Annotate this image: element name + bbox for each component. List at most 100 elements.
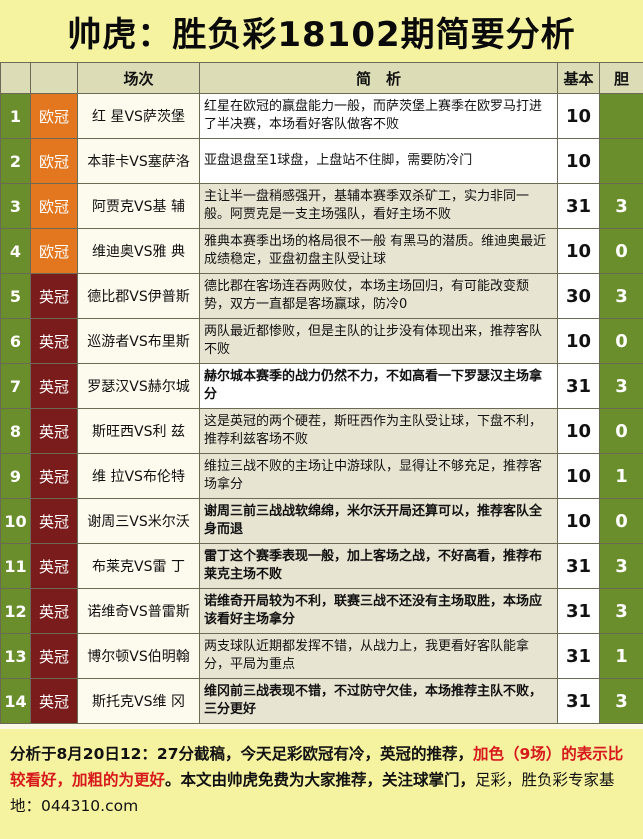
league-badge: 英冠 <box>30 633 78 679</box>
match-name: 红 星VS萨茨堡 <box>77 93 200 139</box>
analysis-text: 维拉三战不败的主场让中游球队，显得让不够充足，推荐客场拿分 <box>199 453 558 499</box>
match-name: 维 拉VS布伦特 <box>77 453 200 499</box>
row-number: 8 <box>0 408 31 454</box>
basic-pick: 31 <box>557 543 600 589</box>
analysis-text: 雅典本赛季出场的格局很不一般 有黑马的潜质。维迪奥最近成绩稳定，亚盘初盘主队受让… <box>199 228 558 274</box>
footer-note: 分析于8月20日12：27分截稿，今天足彩欧冠有冷，英冠的推荐，加色（9场）的表… <box>0 729 643 839</box>
row-number: 1 <box>0 93 31 139</box>
header-basic: 基本 <box>557 62 600 94</box>
league-badge: 英冠 <box>30 318 78 364</box>
analysis-text: 两队最近都惨败，但是主队的让步没有体现出来，推荐客队不败 <box>199 318 558 364</box>
basic-pick: 31 <box>557 678 600 724</box>
league-badge: 英冠 <box>30 453 78 499</box>
match-name: 罗瑟汉VS赫尔城 <box>77 363 200 409</box>
basic-pick: 10 <box>557 318 600 364</box>
row-number: 11 <box>0 543 31 589</box>
table-row: 9 英冠维 拉VS布伦特 维拉三战不败的主场让中游球队，显得让不够充足，推荐客场拿分… <box>0 453 643 499</box>
league-badge: 英冠 <box>30 273 78 319</box>
match-name: 诺维奇VS普雷斯 <box>77 588 200 634</box>
match-name: 谢周三VS米尔沃 <box>77 498 200 544</box>
footer-part1: 分析于8月20日12：27分截稿，今天足彩欧冠有冷，英冠的推荐， <box>10 745 473 763</box>
basic-pick: 10 <box>557 453 600 499</box>
match-name: 博尔顿VS伯明翰 <box>77 633 200 679</box>
row-number: 6 <box>0 318 31 364</box>
table-row: 7 英冠 罗瑟汉VS赫尔城 赫尔城本赛季的战力仍然不力，不如高看一下罗瑟汉主场拿分 31… <box>0 363 643 409</box>
banker-pick: 3 <box>599 588 643 634</box>
banker-pick: 3 <box>599 183 643 229</box>
banker-pick <box>599 138 643 184</box>
header-match: 场次 <box>77 62 200 94</box>
analysis-text: 两支球队近期都发挥不错，从战力上，我更看好客队能拿分，平局为重点 <box>199 633 558 679</box>
league-badge: 英冠 <box>30 543 78 589</box>
analysis-text: 诺维奇开局较为不利，联赛三战不还没有主场取胜，本场应该看好主场拿分 <box>199 588 558 634</box>
table-row: 11 英冠 布莱克VS雷 丁雷丁这个赛季表现一般，加上客场之战，不好高看，推荐布莱克… <box>0 543 643 589</box>
basic-pick: 31 <box>557 183 600 229</box>
footer-part3: 。本文由帅虎免费为大家推荐，关注球掌门， <box>165 771 476 789</box>
match-name: 本菲卡VS塞萨洛 <box>77 138 200 184</box>
table-row: 12 英冠 诺维奇VS普雷斯 诺维奇开局较为不利，联赛三战不还没有主场取胜，本场应该看… <box>0 588 643 634</box>
league-badge: 英冠 <box>30 588 78 634</box>
analysis-text: 谢周三前三战战软绵绵，米尔沃开局还算可以，推荐客队全身而退 <box>199 498 558 544</box>
match-name: 斯托克VS维 冈 <box>77 678 200 724</box>
banker-pick: 3 <box>599 543 643 589</box>
basic-pick: 31 <box>557 363 600 409</box>
page: 帅虎：胜负彩18102期简要分析 场次 简 析 基本 胆 1 欧冠红 星VS萨茨堡… <box>0 0 643 839</box>
table-row: 4 欧冠 维迪奥VS雅 典雅典本赛季出场的格局很不一般 有黑马的潜质。维迪奥最近成绩… <box>0 228 643 274</box>
banker-pick: 1 <box>599 633 643 679</box>
league-badge: 欧冠 <box>30 138 78 184</box>
match-name: 巡游者VS布里斯 <box>77 318 200 364</box>
league-badge: 英冠 <box>30 363 78 409</box>
table-row: 14 英冠 斯托克VS维 冈维冈前三战表现不错，不过防守欠佳，本场推荐主队不败，三分… <box>0 678 643 724</box>
row-number: 2 <box>0 138 31 184</box>
row-number: 12 <box>0 588 31 634</box>
table-row: 1 欧冠红 星VS萨茨堡 红星在欧冠的赢盘能力一般，而萨茨堡上赛季在欧罗马打进了半决… <box>0 93 643 139</box>
basic-pick: 10 <box>557 498 600 544</box>
banker-pick: 0 <box>599 228 643 274</box>
analysis-text: 赫尔城本赛季的战力仍然不力，不如高看一下罗瑟汉主场拿分 <box>199 363 558 409</box>
basic-pick: 30 <box>557 273 600 319</box>
league-badge: 英冠 <box>30 678 78 724</box>
league-badge: 英冠 <box>30 408 78 454</box>
banker-pick <box>599 93 643 139</box>
basic-pick: 10 <box>557 228 600 274</box>
match-name: 布莱克VS雷 丁 <box>77 543 200 589</box>
league-badge: 欧冠 <box>30 228 78 274</box>
row-number: 13 <box>0 633 31 679</box>
league-badge: 英冠 <box>30 498 78 544</box>
banker-pick: 0 <box>599 318 643 364</box>
basic-pick: 10 <box>557 408 600 454</box>
banker-pick: 3 <box>599 363 643 409</box>
analysis-text: 这是英冠的两个硬茬，斯旺西作为主队受让球，下盘不利，推荐利兹客场不败 <box>199 408 558 454</box>
league-badge: 欧冠 <box>30 93 78 139</box>
row-number: 9 <box>0 453 31 499</box>
banker-pick: 3 <box>599 678 643 724</box>
table-row: 3 欧冠 阿贾克VS基 辅主让半一盘稍感强开，基辅本赛季双杀矿工，实力非同一般。阿贾… <box>0 183 643 229</box>
row-number: 10 <box>0 498 31 544</box>
table-row: 13 英冠 博尔顿VS伯明翰 两支球队近期都发挥不错，从战力上，我更看好客队能拿分，平… <box>0 633 643 679</box>
analysis-text: 主让半一盘稍感强开，基辅本赛季双杀矿工，实力非同一般。阿贾克是一支主场强队，看好… <box>199 183 558 229</box>
table-row: 6 英冠 巡游者VS布里斯 两队最近都惨败，但是主队的让步没有体现出来，推荐客队不败 1… <box>0 318 643 364</box>
banker-pick: 1 <box>599 453 643 499</box>
header-num <box>0 62 31 94</box>
analysis-text: 维冈前三战表现不错，不过防守欠佳，本场推荐主队不败，三分更好 <box>199 678 558 724</box>
match-name: 斯旺西VS利 兹 <box>77 408 200 454</box>
basic-pick: 31 <box>557 633 600 679</box>
row-number: 3 <box>0 183 31 229</box>
table-row: 8 英冠 斯旺西VS利 兹这是英冠的两个硬茬，斯旺西作为主队受让球，下盘不利，推荐利… <box>0 408 643 454</box>
header-desc: 简 析 <box>199 62 558 94</box>
table-row: 5 英冠 德比郡VS伊普斯 德比郡在客场连吞两败仗，本场主场回归，有可能改变颓势，双方… <box>0 273 643 319</box>
analysis-text: 德比郡在客场连吞两败仗，本场主场回归，有可能改变颓势，双方一直都是客场赢球，防冷… <box>199 273 558 319</box>
header-dan: 胆 <box>599 62 643 94</box>
match-name: 德比郡VS伊普斯 <box>77 273 200 319</box>
analysis-text: 雷丁这个赛季表现一般，加上客场之战，不好高看，推荐布莱克主场不败 <box>199 543 558 589</box>
basic-pick: 10 <box>557 138 600 184</box>
league-badge: 欧冠 <box>30 183 78 229</box>
analysis-text: 红星在欧冠的赢盘能力一般，而萨茨堡上赛季在欧罗马打进了半决赛，本场看好客队做客不… <box>199 93 558 139</box>
page-title: 帅虎：胜负彩18102期简要分析 <box>0 0 643 62</box>
match-name: 阿贾克VS基 辅 <box>77 183 200 229</box>
row-number: 14 <box>0 678 31 724</box>
analysis-text: 亚盘退盘至1球盘，上盘站不住脚，需要防冷门 <box>199 138 558 184</box>
banker-pick: 3 <box>599 273 643 319</box>
row-number: 4 <box>0 228 31 274</box>
analysis-table: 场次 简 析 基本 胆 1 欧冠红 星VS萨茨堡 红星在欧冠的赢盘能力一般，而萨茨堡… <box>0 62 643 724</box>
